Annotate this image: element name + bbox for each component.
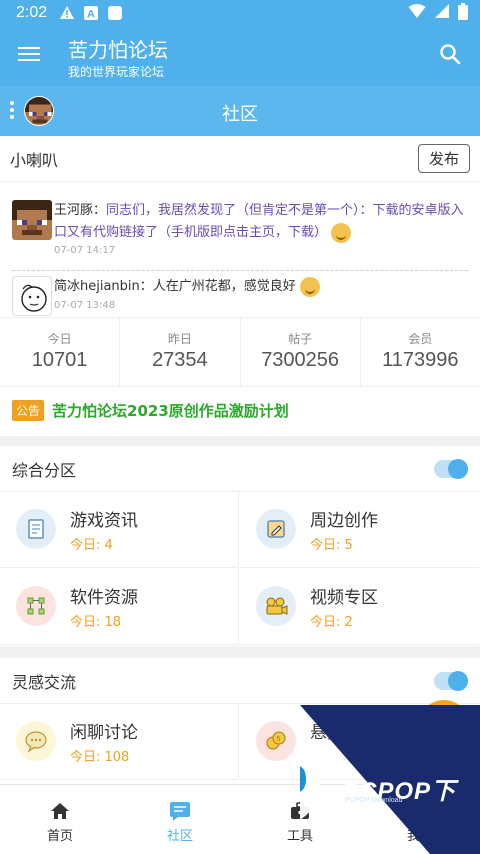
shoutbox-card: 小喇叭 发布 王河豚：同志们，我居然发现了（但肯定不是第一个）：下载的安卓版入口… xyxy=(0,136,480,436)
board-today-count: 今日: 4 xyxy=(70,538,113,553)
user-avatar[interactable] xyxy=(12,200,52,240)
watermark-text: PCPOP下载 xyxy=(342,778,457,840)
publish-button[interactable]: 发布 xyxy=(417,144,470,173)
board-chat[interactable]: 闲聊讨论 今日: 108 xyxy=(0,704,239,780)
pencil-icon xyxy=(256,509,296,549)
board-game-news[interactable]: 游戏资讯 今日: 4 xyxy=(0,492,239,568)
nav-home[interactable]: 首页 xyxy=(0,785,120,854)
pcpop-watermark: PCPOP下载 PCPOP Download xyxy=(300,705,480,854)
stat-value: 10701 xyxy=(31,349,88,371)
shout-date: 07-07 14:17 xyxy=(54,245,116,256)
board-name: 闲聊讨论 xyxy=(70,723,138,743)
section-header-inspiration: 灵感交流 xyxy=(0,658,480,704)
shout-text: 简冰hejianbin：人在广州花都，感觉良好 xyxy=(54,276,468,298)
shout-username[interactable]: 简冰hejianbin： xyxy=(54,279,153,294)
coins-icon: 5 xyxy=(256,721,296,761)
user-avatar[interactable] xyxy=(12,276,52,316)
app-title: 苦力怕论坛 xyxy=(68,38,168,62)
board-name: 视频专区 xyxy=(310,588,378,608)
section-toggle[interactable] xyxy=(434,458,468,479)
forum-stats: 今日 10701 昨日 27354 帖子 7300256 会员 1173996 xyxy=(0,317,480,387)
stat-value: 7300256 xyxy=(261,349,340,371)
section-header-general: 综合分区 xyxy=(0,446,480,492)
community-icon xyxy=(169,801,191,821)
shout-content: 同志们，我居然发现了（但肯定不是第一个）：下载的安卓版入口又有代购链接了（手机版… xyxy=(54,203,464,240)
shout-divider xyxy=(12,270,468,271)
shout-content: 人在广州花都，感觉良好 xyxy=(152,279,296,294)
stat-label: 帖子 xyxy=(288,332,313,346)
camera-icon xyxy=(256,586,296,626)
status-bar: 2:02 A xyxy=(0,0,480,26)
app-bar: 苦力怕论坛 我的世界玩家论坛 xyxy=(0,26,480,86)
emoji-icon xyxy=(299,276,320,297)
section-title: 灵感交流 xyxy=(12,672,77,692)
shout-message[interactable]: 王河豚：同志们，我居然发现了（但肯定不是第一个）：下载的安卓版入口又有代购链接了… xyxy=(12,200,468,270)
announcement-text[interactable]: 苦力怕论坛2023原创作品激励计划 xyxy=(52,400,289,421)
board-today-count: 今日: 18 xyxy=(70,615,122,630)
battery-icon xyxy=(458,2,468,24)
stat-members: 会员 1173996 xyxy=(361,318,480,386)
app-subtitle: 我的世界玩家论坛 xyxy=(68,65,165,79)
tab-title: 社区 xyxy=(222,104,258,125)
wifi-icon xyxy=(408,3,426,23)
board-fan-creation[interactable]: 周边创作 今日: 5 xyxy=(240,492,479,568)
chat-icon xyxy=(16,721,56,761)
square-notification-icon xyxy=(107,5,123,21)
shoutbox-title: 小喇叭 xyxy=(10,150,59,170)
shout-date: 07-07 13:48 xyxy=(54,300,116,311)
news-icon xyxy=(16,509,56,549)
status-time: 2:02 xyxy=(16,4,48,21)
emoji-icon xyxy=(331,222,352,243)
svg-text:5: 5 xyxy=(277,736,281,743)
stat-label: 今日 xyxy=(47,332,72,346)
nav-community[interactable]: 社区 xyxy=(120,785,240,854)
community-header: 社区 xyxy=(0,86,480,136)
board-today-count: 今日: 108 xyxy=(70,750,130,765)
stat-today: 今日 10701 xyxy=(0,318,121,386)
shoutbox-header: 小喇叭 发布 xyxy=(0,136,480,182)
stat-value: 1173996 xyxy=(382,349,459,371)
menu-icon[interactable] xyxy=(18,44,40,66)
stat-posts: 帖子 7300256 xyxy=(241,318,361,386)
stat-label: 昨日 xyxy=(167,332,192,346)
stat-label: 会员 xyxy=(408,332,433,346)
shout-username[interactable]: 王河豚： xyxy=(54,203,106,218)
warning-icon xyxy=(59,5,75,21)
announcement-tag: 公告 xyxy=(12,399,45,421)
home-icon xyxy=(49,801,71,821)
nav-label: 社区 xyxy=(166,829,193,844)
board-name: 游戏资讯 xyxy=(70,511,138,531)
announcement-banner[interactable]: 公告 苦力怕论坛2023原创作品激励计划 xyxy=(0,387,480,433)
signal-icon xyxy=(434,3,450,23)
board-name: 周边创作 xyxy=(310,511,378,531)
search-icon[interactable] xyxy=(438,42,462,66)
board-grid-general: 游戏资讯 今日: 4 周边创作 今日: 5 软件资源 今日: 18 视频专区 今… xyxy=(0,492,480,646)
board-today-count: 今日: 5 xyxy=(310,538,353,553)
board-video[interactable]: 视频专区 今日: 2 xyxy=(240,569,479,645)
nav-label: 首页 xyxy=(46,829,73,844)
shout-message[interactable]: 简冰hejianbin：人在广州花都，感觉良好 07-07 13:48 xyxy=(12,276,468,316)
svg-text:A: A xyxy=(87,9,95,21)
a-notification-icon: A xyxy=(83,5,99,21)
section-toggle[interactable] xyxy=(434,670,468,691)
section-title: 综合分区 xyxy=(12,460,77,480)
stat-value: 27354 xyxy=(152,349,208,371)
watermark-subtext: PCPOP Download xyxy=(345,797,403,804)
shout-text: 王河豚：同志们，我居然发现了（但肯定不是第一个）：下载的安卓版入口又有代购链接了… xyxy=(54,200,468,244)
stat-yesterday: 昨日 27354 xyxy=(120,318,241,386)
board-software[interactable]: 软件资源 今日: 18 xyxy=(0,569,239,645)
board-today-count: 今日: 2 xyxy=(310,615,353,630)
nodes-icon xyxy=(16,586,56,626)
board-name: 软件资源 xyxy=(70,588,138,608)
